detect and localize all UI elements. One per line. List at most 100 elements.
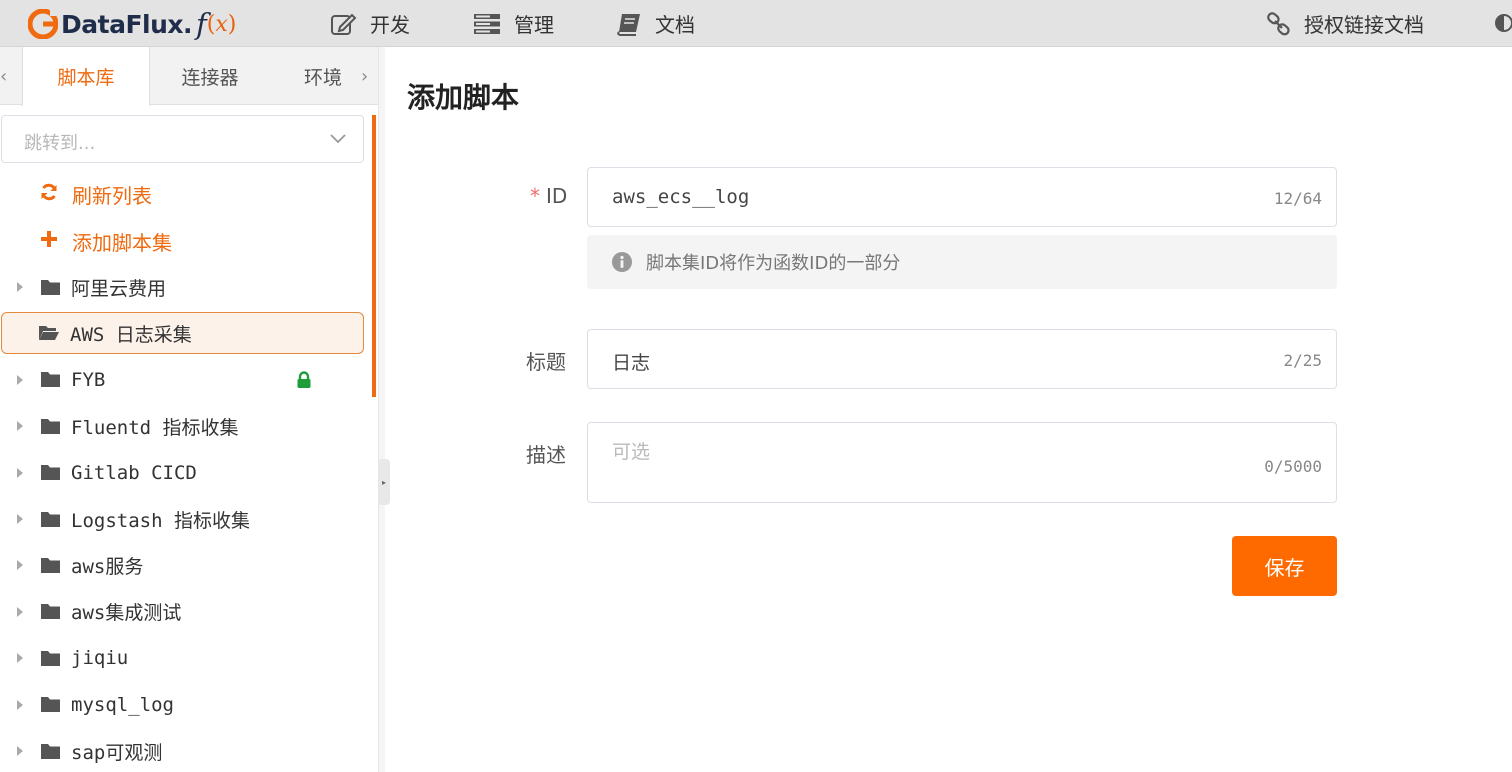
tree-item[interactable]: 阿里云费用: [0, 267, 364, 307]
id-input-value: aws_ecs__log: [612, 186, 750, 208]
tree-item[interactable]: mysql_log: [0, 685, 364, 725]
caret-right-icon[interactable]: [0, 652, 40, 664]
caret-right-icon[interactable]: [0, 699, 40, 711]
panel-splitter[interactable]: [378, 47, 385, 772]
jump-to-placeholder: 跳转到...: [24, 133, 96, 154]
id-hint-text: 脚本集ID将作为函数ID的一部分: [646, 253, 901, 274]
folder-icon: [40, 743, 61, 760]
tree-item[interactable]: sap可观测: [0, 731, 364, 771]
caret-right-icon[interactable]: [0, 374, 40, 386]
jump-to-select[interactable]: 跳转到...: [1, 115, 364, 163]
collapse-handle-icon[interactable]: ▸: [378, 459, 390, 505]
refresh-list-label: 刷新列表: [72, 183, 152, 208]
folder-open-icon: [38, 324, 60, 342]
tree-item[interactable]: aws集成测试: [0, 592, 364, 632]
tree-item[interactable]: FYB: [0, 360, 364, 400]
edit-icon: [331, 13, 357, 35]
folder-icon: [40, 650, 61, 667]
tab-next-chevron-icon[interactable]: ›: [361, 66, 368, 87]
nav-auth-link-docs[interactable]: 授权链接文档: [1266, 0, 1424, 47]
tab-prev-chevron-icon[interactable]: ‹: [0, 66, 7, 87]
tree-item-label: Fluentd 指标收集: [71, 416, 239, 439]
tree-item-label: jiqiu: [71, 647, 129, 670]
nav-docs-label: 文档: [655, 13, 695, 37]
folder-icon: [40, 511, 61, 528]
tab-environment[interactable]: 环境: [272, 47, 352, 105]
caret-right-icon[interactable]: [0, 745, 40, 757]
required-mark: *: [530, 184, 540, 208]
tree-item-selected[interactable]: AWS 日志采集: [1, 312, 364, 355]
sidebar-tabs: ‹ 脚本库 连接器 环境 ›: [0, 47, 378, 106]
caret-right-icon[interactable]: [0, 420, 40, 432]
folder-icon: [40, 603, 61, 620]
folder-icon: [40, 279, 61, 296]
app-logo[interactable]: DataFlux. f ( x ): [28, 6, 236, 42]
tree-item-label: Logstash 指标收集: [71, 509, 250, 532]
server-icon: [474, 13, 500, 34]
info-icon: [612, 252, 632, 272]
scroll-indicator[interactable]: [372, 115, 376, 397]
description-placeholder: 可选: [612, 441, 651, 463]
tab-script-library[interactable]: 脚本库: [22, 47, 150, 106]
brand-fx-open: (: [206, 11, 216, 37]
page-title: 添加脚本: [407, 81, 520, 114]
folder-icon: [40, 696, 61, 713]
tree-item-label: FYB: [71, 368, 106, 391]
folder-icon: [40, 371, 61, 388]
nav-manage[interactable]: 管理: [472, 0, 554, 47]
description-char-count: 0/5000: [1264, 457, 1322, 476]
caret-right-icon[interactable]: [0, 606, 40, 618]
caret-right-icon[interactable]: [0, 281, 40, 293]
dataflux-logo-icon: [28, 9, 58, 39]
chevron-down-icon: [330, 134, 346, 144]
tab-connectors[interactable]: 连接器: [148, 47, 272, 105]
nav-manage-label: 管理: [514, 13, 554, 37]
sidebar: ‹ 脚本库 连接器 环境 › 跳转到... 刷新列表 添加脚本集 阿里云费用 A…: [0, 47, 378, 772]
tree-item-label: Gitlab CICD: [71, 461, 197, 484]
theme-toggle-icon[interactable]: [1494, 13, 1512, 33]
brand-fx-x: x: [215, 11, 228, 37]
title-field-label: 标题: [526, 350, 566, 374]
title-input[interactable]: 日志 2/25: [587, 329, 1337, 389]
folder-icon: [40, 557, 61, 574]
plus-icon: [38, 229, 60, 253]
nav-auth-link-docs-label: 授权链接文档: [1304, 13, 1424, 37]
tree-item[interactable]: Logstash 指标收集: [0, 499, 364, 539]
tree-item[interactable]: jiqiu: [0, 638, 364, 678]
add-script-set-button[interactable]: 添加脚本集: [38, 226, 172, 256]
tree-item-label: aws集成测试: [71, 602, 182, 625]
nav-docs[interactable]: 文档: [615, 0, 695, 47]
description-field-label: 描述: [526, 443, 566, 467]
tree-item-label: 阿里云费用: [71, 277, 167, 300]
link-icon: [1267, 11, 1290, 35]
caret-right-icon[interactable]: [0, 467, 40, 479]
tree-item-label: aws服务: [71, 555, 144, 578]
book-icon: [617, 13, 640, 36]
title-input-value: 日志: [612, 352, 651, 374]
tree-item-label: AWS 日志采集: [70, 323, 192, 346]
top-navbar: DataFlux. f ( x ) 开发 管理 文档 授权链接文档: [0, 0, 1512, 47]
refresh-icon: [38, 182, 60, 207]
id-char-count: 12/64: [1273, 189, 1322, 208]
id-label-text: ID: [546, 184, 568, 208]
id-hint: 脚本集ID将作为函数ID的一部分: [587, 235, 1337, 289]
description-textarea[interactable]: 可选 0/5000: [587, 422, 1337, 503]
id-input[interactable]: aws_ecs__log 12/64: [587, 167, 1337, 227]
tree-item[interactable]: Gitlab CICD: [0, 453, 364, 493]
brand-fx-close: ): [227, 11, 237, 37]
id-field-label: * ID: [530, 184, 567, 208]
save-button[interactable]: 保存: [1232, 536, 1337, 596]
refresh-list-button[interactable]: 刷新列表: [38, 179, 152, 209]
nav-develop[interactable]: 开发: [330, 0, 410, 47]
folder-icon: [40, 418, 61, 435]
brand-name: DataFlux.: [61, 9, 193, 39]
caret-right-icon[interactable]: [0, 513, 40, 525]
tree-item[interactable]: aws服务: [0, 545, 364, 585]
folder-icon: [40, 464, 61, 481]
nav-develop-label: 开发: [370, 13, 410, 37]
brand-fx-f: f: [196, 7, 207, 41]
tree-item-label: mysql_log: [71, 693, 174, 716]
tree-item-label: sap可观测: [71, 741, 163, 764]
tree-item[interactable]: Fluentd 指标收集: [0, 406, 364, 446]
caret-right-icon[interactable]: [0, 559, 40, 571]
